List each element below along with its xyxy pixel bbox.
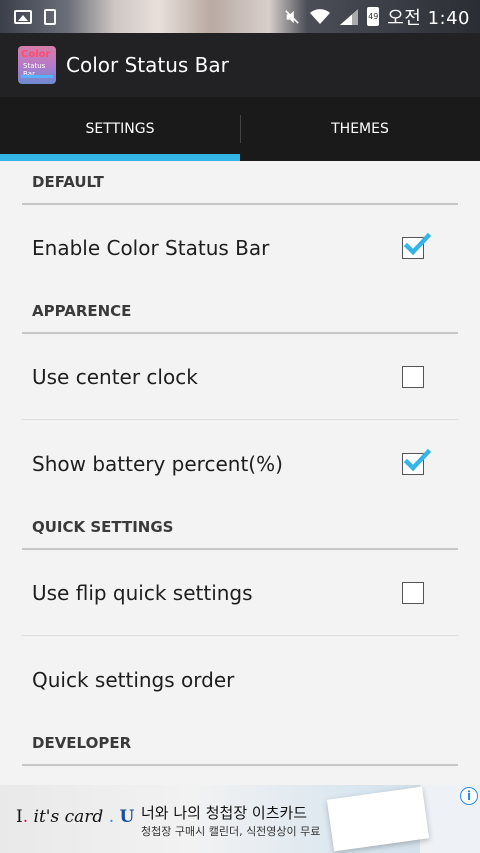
pref-use-flip-quick-settings-label: Use flip quick settings [32, 580, 253, 605]
pref-enable-color-status-bar-label: Enable Color Status Bar [32, 236, 270, 260]
pref-quick-settings-order[interactable]: Quick settings order [22, 637, 458, 723]
category-default: DEFAULT [22, 161, 458, 205]
ad-brand-dot2: . [108, 807, 115, 827]
tab-themes-label: THEMES [331, 121, 389, 137]
tab-settings[interactable]: SETTINGS [0, 97, 240, 161]
app-icon[interactable]: Color Status Bar [18, 46, 56, 84]
tab-themes[interactable]: THEMES [240, 97, 480, 161]
ad-title: 너와 나의 청첩장 이츠카드 [141, 804, 308, 822]
download-icon [44, 8, 56, 25]
ad-card-image [326, 786, 430, 852]
checkmark-icon [403, 232, 431, 256]
category-developer: DEVELOPER [22, 722, 458, 766]
image-icon [14, 9, 32, 24]
category-developer-label: DEVELOPER [32, 734, 132, 752]
battery-level: 49 [368, 12, 379, 21]
mute-icon [285, 9, 300, 24]
show-battery-percent-checkbox[interactable] [402, 448, 431, 475]
pref-enable-color-status-bar[interactable]: Enable Color Status Bar [22, 205, 458, 291]
action-bar: Color Status Bar Color Status Bar [0, 33, 480, 97]
tab-bar: SETTINGS THEMES [0, 97, 480, 161]
tab-settings-label: SETTINGS [85, 121, 155, 137]
ad-brand-logo: I. it's card . U [16, 807, 134, 827]
ad-banner[interactable]: I. it's card . U 너와 나의 청첩장 이츠카드 청첩장 구매시 … [0, 785, 480, 853]
checkmark-icon [403, 448, 431, 472]
category-quick-settings: QUICK SETTINGS [22, 506, 458, 550]
ad-info-label: i [466, 789, 472, 803]
ad-brand-i: I [16, 807, 23, 827]
use-center-clock-checkbox[interactable] [402, 365, 424, 388]
ad-subtitle: 청첩장 구매시 캘린더, 식전영상이 무료 [141, 825, 321, 838]
ad-brand-dot: . [22, 807, 29, 827]
pref-use-center-clock-label: Use center clock [32, 364, 198, 389]
pref-show-battery-percent[interactable]: Show battery percent(%) [22, 421, 458, 507]
category-default-label: DEFAULT [32, 173, 104, 191]
category-appearance: APPARENCE [22, 290, 458, 334]
app-icon-text-top: Color [21, 49, 51, 60]
system-status-bar: 49 오전 1:40 [0, 0, 480, 33]
ad-info-icon[interactable]: i [460, 787, 478, 805]
app-title: Color Status Bar [66, 53, 229, 77]
ad-brand-card: it's card [33, 807, 104, 827]
pref-use-flip-quick-settings[interactable]: Use flip quick settings [22, 550, 458, 636]
category-appearance-label: APPARENCE [32, 302, 132, 320]
app-icon-bar [21, 75, 53, 78]
ad-brand-u: U [119, 807, 135, 827]
pref-show-battery-percent-label: Show battery percent(%) [32, 452, 283, 476]
signal-icon [340, 8, 359, 25]
wifi-icon [310, 8, 331, 24]
status-time: 오전 1:40 [387, 7, 470, 29]
use-flip-quick-settings-checkbox[interactable] [402, 581, 424, 604]
pref-quick-settings-order-label: Quick settings order [32, 668, 235, 692]
battery-icon: 49 [367, 7, 380, 26]
category-quick-settings-label: QUICK SETTINGS [32, 518, 174, 536]
enable-color-status-bar-checkbox[interactable] [402, 232, 431, 259]
pref-use-center-clock[interactable]: Use center clock [22, 334, 458, 420]
settings-list[interactable]: DEFAULT Enable Color Status Bar APPARENC… [0, 161, 480, 785]
